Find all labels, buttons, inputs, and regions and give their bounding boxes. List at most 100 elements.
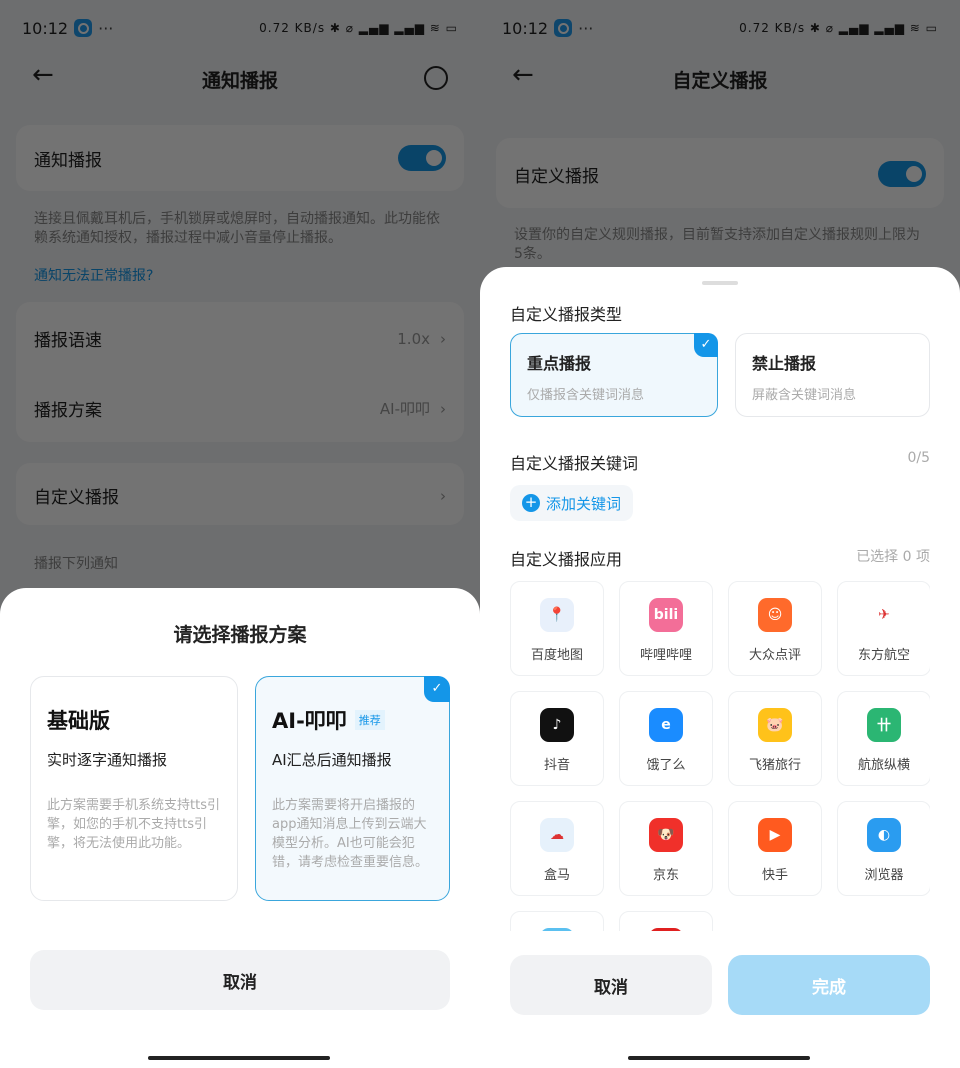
custom-label: 自定义播报	[34, 488, 119, 508]
plus-icon: +	[522, 494, 540, 512]
type-desc: 屏蔽含关键词消息	[752, 388, 857, 403]
app-tile[interactable]: e 饿了么	[619, 691, 713, 786]
app-icon: ✈	[867, 598, 901, 632]
status-icons: 0.72 KB/s ✱ ⌀ ▂▄▆ ▂▄▆ ≋ ▭	[739, 21, 938, 35]
home-indicator[interactable]	[148, 1056, 330, 1060]
toggle-label: 通知播报	[34, 151, 102, 171]
drag-handle[interactable]	[702, 281, 738, 285]
app-icon: ♪	[540, 708, 574, 742]
chevron-right-icon: ›	[440, 486, 446, 505]
plan-ai[interactable]: ✓ AI-叩叩 推荐 AI汇总后通知播报 此方案需要将开启播报的app通知消息上传…	[255, 676, 450, 901]
app-icon: 📍	[540, 598, 574, 632]
status-time: 10:12	[22, 18, 69, 38]
plan-sheet: 请选择播报方案 基础版 实时逐字通知播报 此方案需要手机系统支持tts引擎，如您…	[0, 588, 480, 1068]
description: 连接且佩戴耳机后，手机锁屏或熄屏时，自动播报通知。此功能依赖系统通知授权，播报过…	[34, 211, 440, 246]
plan-name: 基础版	[47, 709, 110, 733]
app-tile[interactable]: ☁ 盒马	[510, 801, 604, 896]
app-name: 航旅纵横	[857, 758, 910, 773]
app-name: 飞猪旅行	[748, 758, 801, 773]
custom-sheet: 自定义播报类型 ✓ 重点播报 仅播报含关键词消息 禁止播报 屏蔽含关键词消息 自…	[480, 267, 960, 1068]
app-name: 东方航空	[857, 648, 910, 663]
list-header: 播报下列通知	[34, 556, 118, 572]
add-keyword-label: 添加关键词	[546, 494, 622, 513]
speed-label: 播报语速	[34, 331, 102, 351]
plan-label: 播报方案	[34, 401, 102, 421]
app-tile[interactable]: 🐷 飞猪旅行	[728, 691, 822, 786]
app-tile[interactable]: ✈ 东方航空	[837, 581, 930, 676]
broadcast-toggle[interactable]	[398, 145, 446, 171]
page-title: 自定义播报	[672, 70, 768, 92]
app-tile[interactable]: ◐ 浏览器	[837, 801, 930, 896]
app-name: 快手	[761, 868, 788, 883]
speed-value: 1.0x	[397, 329, 430, 348]
app-notification-icon	[554, 19, 573, 37]
cancel-button[interactable]: 取消	[30, 950, 450, 1010]
cancel-button[interactable]: 取消	[510, 955, 712, 1015]
plan-desc: 此方案需要将开启播报的app通知消息上传到云端大模型分析。AI也可能会犯错，请考…	[272, 798, 429, 870]
app-name: 哔哩哔哩	[639, 648, 692, 663]
status-bar: 10:12 ··· 0.72 KB/s ✱ ⌀ ▂▄▆ ▂▄▆ ≋ ▭	[22, 18, 458, 38]
broadcast-toggle-card: 通知播报	[16, 125, 464, 191]
troubleshoot-link[interactable]: 通知无法正常播报?	[34, 265, 153, 285]
app-name: 盒马	[543, 868, 570, 883]
type-header: 自定义播报类型	[510, 305, 623, 324]
app-name: 百度地图	[530, 648, 583, 663]
app-tile[interactable]: 📍 百度地图	[510, 581, 604, 676]
history-clock-icon[interactable]	[424, 66, 448, 90]
app-tile[interactable]	[619, 911, 713, 931]
custom-toggle[interactable]	[878, 161, 926, 187]
sheet-title: 请选择播报方案	[173, 624, 307, 646]
app-icon: ▶	[758, 818, 792, 852]
status-time: 10:12	[502, 18, 549, 38]
header: ← 自定义播报	[480, 58, 960, 98]
page-title: 通知播报	[201, 70, 278, 92]
plan-row[interactable]: 播报方案 AI-叩叩 ›	[34, 396, 446, 422]
home-indicator[interactable]	[628, 1056, 810, 1060]
left-screen: 10:12 ··· 0.72 KB/s ✱ ⌀ ▂▄▆ ▂▄▆ ≋ ▭ ← 通知…	[0, 0, 480, 1068]
app-icon: ◐	[867, 818, 901, 852]
right-screen: 10:12 ··· 0.72 KB/s ✱ ⌀ ▂▄▆ ▂▄▆ ≋ ▭ ← 自定…	[480, 0, 960, 1068]
plan-desc: 此方案需要手机系统支持tts引擎，如您的手机不支持tts引擎，将无法使用此功能。	[47, 798, 220, 851]
custom-card[interactable]: 自定义播报 ›	[16, 463, 464, 525]
type-block[interactable]: 禁止播报 屏蔽含关键词消息	[735, 333, 930, 417]
plan-basic[interactable]: 基础版 实时逐字通知播报 此方案需要手机系统支持tts引擎，如您的手机不支持tt…	[30, 676, 238, 901]
app-tile[interactable]: ▶ 快手	[728, 801, 822, 896]
app-tile[interactable]	[510, 911, 604, 931]
app-icon: ☁	[540, 818, 574, 852]
speed-row[interactable]: 播报语速 1.0x ›	[34, 326, 446, 352]
app-tile[interactable]: bili 哔哩哔哩	[619, 581, 713, 676]
app-tile[interactable]: 卄航旅纵横	[837, 691, 930, 786]
app-tile[interactable]: ☺ 大众点评	[728, 581, 822, 676]
toggle-label: 自定义播报	[514, 167, 599, 187]
app-icon: 🐷	[758, 708, 792, 742]
done-button[interactable]: 完成	[728, 955, 930, 1015]
type-name: 重点播报	[527, 354, 592, 373]
app-grid: 📍 百度地图 bili 哔哩哔哩 ☺ 大众点评 ✈ 东方航空 ♪ 抖音 e 饿了么 🐷 飞猪旅行 卄航旅纵横…	[510, 581, 930, 931]
keyword-count: 0/5	[907, 450, 930, 466]
recommended-badge: 推荐	[354, 710, 385, 730]
app-name: 大众点评	[748, 648, 801, 663]
app-tile[interactable]: 🐶 京东	[619, 801, 713, 896]
check-icon: ✓	[424, 676, 450, 702]
plan-sub: AI汇总后通知播报	[272, 751, 392, 769]
app-name: 饿了么	[646, 758, 686, 773]
app-name: 京东	[652, 868, 679, 883]
header: ← 通知播报	[0, 58, 480, 98]
app-icon	[540, 928, 574, 931]
app-selected-count: 已选择 0 项	[856, 549, 930, 565]
add-keyword-button[interactable]: + 添加关键词	[510, 485, 634, 521]
app-tile[interactable]: ♪ 抖音	[510, 691, 604, 786]
settings-card: 播报语速 1.0x › 播报方案 AI-叩叩 ›	[16, 302, 464, 442]
app-name: 浏览器	[864, 868, 904, 883]
app-icon: e	[649, 708, 683, 742]
type-desc: 仅播报含关键词消息	[527, 388, 645, 403]
plan-sub: 实时逐字通知播报	[47, 751, 168, 769]
type-focus[interactable]: ✓ 重点播报 仅播报含关键词消息	[510, 333, 718, 417]
keyword-header: 自定义播报关键词	[510, 454, 639, 473]
app-name: 抖音	[543, 758, 570, 773]
status-bar: 10:12 ··· 0.72 KB/s ✱ ⌀ ▂▄▆ ▂▄▆ ≋ ▭	[502, 18, 938, 38]
app-icon: 🐶	[649, 818, 683, 852]
chevron-right-icon: ›	[440, 399, 446, 418]
app-icon: bili	[649, 598, 683, 632]
description: 设置你的自定义规则播报，目前暂支持添加自定义播报规则上限为5条。	[514, 227, 920, 262]
